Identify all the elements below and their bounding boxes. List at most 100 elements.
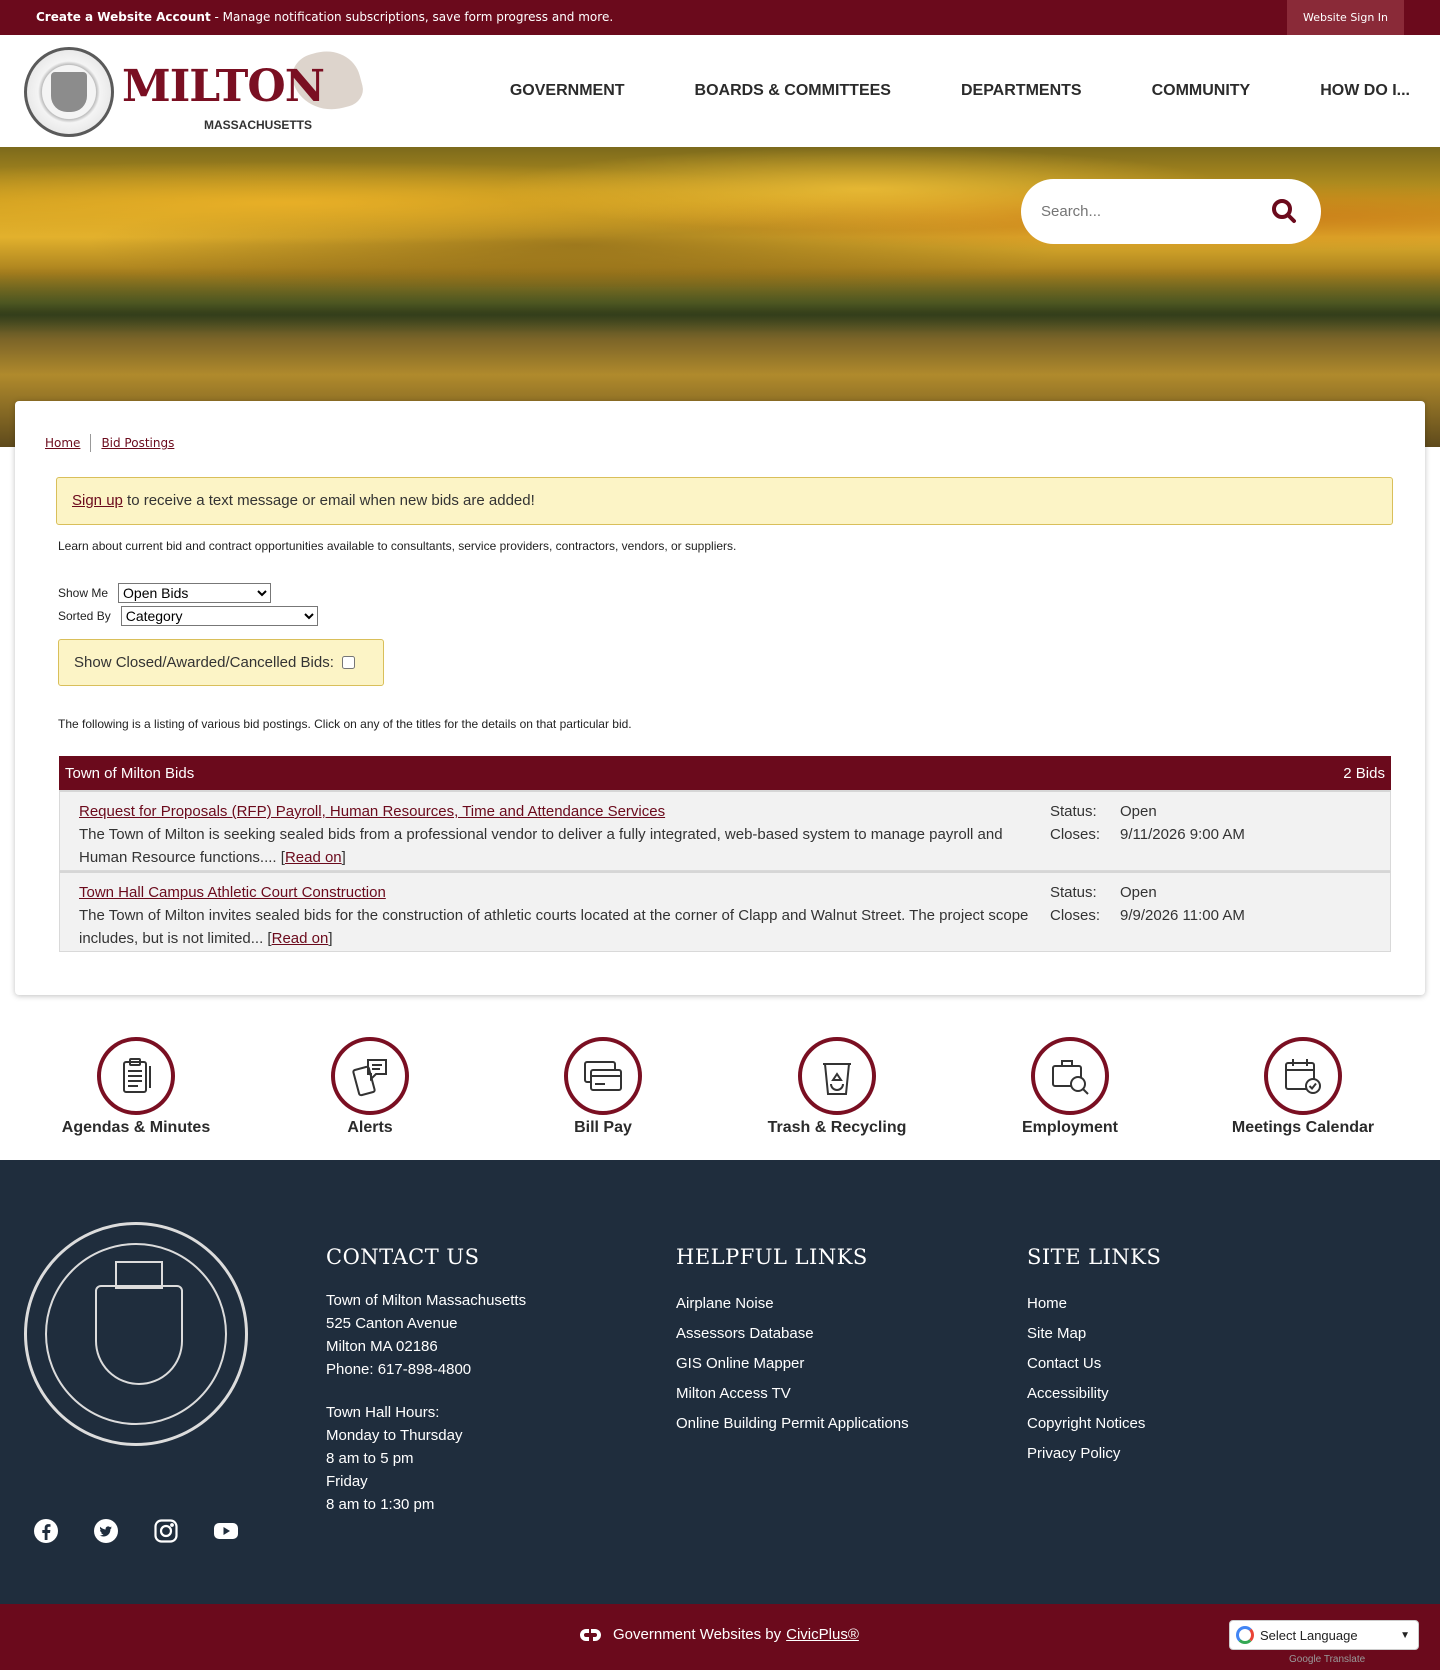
bottom-bar: Government Websites by CivicPlus® Select… <box>0 1604 1440 1670</box>
bid-info: Request for Proposals (RFP) Payroll, Hum… <box>79 803 1003 866</box>
quick-link-alerts[interactable]: Alerts <box>270 1037 470 1137</box>
breadcrumb-home[interactable]: Home <box>45 436 80 450</box>
helpful-link[interactable]: Airplane Noise <box>676 1289 909 1319</box>
helpful-link[interactable]: GIS Online Mapper <box>676 1349 909 1379</box>
breadcrumb-bid-postings[interactable]: Bid Postings <box>101 436 174 450</box>
site-logo[interactable]: MILTON MASSACHUSETTS <box>24 43 367 137</box>
website-sign-in-button[interactable]: Website Sign In <box>1287 0 1404 35</box>
site-link[interactable]: Accessibility <box>1027 1379 1161 1409</box>
bid-info: Town Hall Campus Athletic Court Construc… <box>79 884 1029 947</box>
nav-boards-committees[interactable]: BOARDS & COMMITTEES <box>695 82 891 100</box>
quick-link-agendas[interactable]: Agendas & Minutes <box>36 1037 236 1137</box>
hours-line: Town Hall Hours: <box>326 1404 440 1421</box>
helpful-links-heading: HELPFUL LINKS <box>676 1245 868 1269</box>
read-on-link[interactable]: Read on <box>285 849 342 866</box>
quick-link-circle <box>1264 1037 1342 1115</box>
show-closed-box: Show Closed/Awarded/Cancelled Bids: <box>58 639 384 686</box>
bids-category-title: Town of Milton Bids <box>65 764 195 782</box>
create-account-link[interactable]: Create a Website Account - Manage notifi… <box>36 10 613 24</box>
site-link[interactable]: Home <box>1027 1289 1161 1319</box>
social-links <box>33 1518 273 1544</box>
site-links-column: SITE LINKS Home Site Map Contact Us Acce… <box>1027 1245 1161 1469</box>
quick-link-circle <box>798 1037 876 1115</box>
contact-us-column: CONTACT US Town of Milton Massachusetts … <box>326 1245 526 1516</box>
bids-header: Town of Milton Bids 2 Bids <box>59 756 1391 790</box>
sorted-by-row: Sorted By Category <box>58 606 318 626</box>
sign-up-link[interactable]: Sign up <box>72 492 123 509</box>
quick-link-label: Agendas & Minutes <box>61 1119 211 1136</box>
helpful-link[interactable]: Assessors Database <box>676 1319 909 1349</box>
search-box <box>1021 179 1321 244</box>
show-closed-checkbox[interactable] <box>341 656 355 669</box>
contact-line: Milton MA 02186 <box>326 1338 438 1355</box>
bid-item: Request for Proposals (RFP) Payroll, Hum… <box>59 790 1391 871</box>
show-closed-label: Show Closed/Awarded/Cancelled Bids: <box>74 654 334 671</box>
civicplus-logo-icon <box>580 1628 601 1641</box>
twitter-icon[interactable] <box>93 1518 119 1544</box>
site-link[interactable]: Privacy Policy <box>1027 1439 1161 1469</box>
bid-title-link[interactable]: Town Hall Campus Athletic Court Construc… <box>79 884 386 901</box>
main-nav: GOVERNMENT BOARDS & COMMITTEES DEPARTMEN… <box>440 35 1410 147</box>
quick-link-trash-recycling[interactable]: Trash & Recycling <box>737 1037 937 1137</box>
contact-line: Phone: 617-898-4800 <box>326 1361 472 1378</box>
sorted-by-label: Sorted By <box>58 609 111 623</box>
status-value: Open <box>1120 884 1157 901</box>
status-label: Status: <box>1050 884 1097 901</box>
seal-shield <box>95 1285 183 1385</box>
nav-how-do-i[interactable]: HOW DO I... <box>1320 82 1410 100</box>
status-label: Status: <box>1050 803 1097 820</box>
site-link[interactable]: Copyright Notices <box>1027 1409 1161 1439</box>
recycling-bin-icon <box>823 1063 851 1095</box>
site-link[interactable]: Site Map <box>1027 1319 1161 1349</box>
bid-description: The Town of Milton is seeking sealed bid… <box>79 826 1003 866</box>
briefcase-search-icon <box>1052 1060 1089 1095</box>
quick-link-employment[interactable]: Employment <box>970 1037 1170 1137</box>
site-footer: CONTACT US Town of Milton Massachusetts … <box>0 1160 1440 1604</box>
instagram-icon[interactable] <box>153 1518 179 1544</box>
quick-link-label: Meetings Calendar <box>1231 1119 1375 1136</box>
breadcrumb-separator <box>90 434 92 452</box>
bids-count: 2 Bids <box>1343 764 1385 782</box>
search-icon[interactable] <box>1271 198 1297 224</box>
chevron-down-icon: ▼ <box>1400 1630 1410 1641</box>
quick-link-bill-pay[interactable]: Bill Pay <box>503 1037 703 1137</box>
bid-meta: Status: Open Closes: 9/9/2026 11:00 AM <box>1050 881 1245 927</box>
closes-value: 9/11/2026 9:00 AM <box>1120 826 1245 843</box>
signup-notice: Sign up to receive a text message or ema… <box>56 477 1393 525</box>
closes-label: Closes: <box>1050 826 1101 843</box>
nav-departments[interactable]: DEPARTMENTS <box>961 82 1082 100</box>
site-links-heading: SITE LINKS <box>1027 1245 1162 1269</box>
language-select-label: Select Language <box>1260 1627 1358 1643</box>
helpful-link[interactable]: Milton Access TV <box>676 1379 909 1409</box>
bid-title-link[interactable]: Request for Proposals (RFP) Payroll, Hum… <box>79 803 665 820</box>
show-me-select[interactable]: Open Bids <box>118 583 272 603</box>
read-on-link[interactable]: Read on <box>272 930 329 947</box>
facebook-icon[interactable] <box>33 1518 59 1544</box>
nav-community[interactable]: COMMUNITY <box>1152 82 1251 100</box>
quick-link-circle <box>1031 1037 1109 1115</box>
helpful-link[interactable]: Online Building Permit Applications <box>676 1409 909 1439</box>
bid-meta: Status: Open Closes: 9/11/2026 9:00 AM <box>1050 800 1245 846</box>
logo-subtitle: MASSACHUSETTS <box>204 118 313 132</box>
content-card: Home Bid Postings Sign up to receive a t… <box>15 401 1425 995</box>
quick-link-label: Alerts <box>347 1119 393 1136</box>
phone-alert-icon <box>352 1059 387 1097</box>
search-input[interactable] <box>1041 197 1261 225</box>
signup-text: to receive a text message or email when … <box>122 492 535 509</box>
logo-name: MILTON <box>122 61 325 112</box>
credit-text: Government Websites by <box>613 1626 782 1643</box>
listing-intro-text: The following is a listing of various bi… <box>58 717 632 731</box>
site-link[interactable]: Contact Us <box>1027 1349 1161 1379</box>
language-select[interactable]: Select Language ▼ <box>1229 1620 1419 1650</box>
nav-government[interactable]: GOVERNMENT <box>510 82 625 100</box>
show-me-label: Show Me <box>58 586 109 600</box>
sorted-by-select[interactable]: Category <box>120 606 318 626</box>
quick-link-meetings-calendar[interactable]: Meetings Calendar <box>1203 1037 1403 1137</box>
calendar-check-icon <box>1285 1059 1321 1094</box>
google-translate-credit: Google Translate <box>1289 1654 1366 1665</box>
civicplus-link[interactable]: CivicPlus® <box>786 1626 859 1643</box>
helpful-links-column: HELPFUL LINKS Airplane Noise Assessors D… <box>676 1245 909 1439</box>
hours-line: 8 am to 1:30 pm <box>326 1496 435 1513</box>
youtube-icon[interactable] <box>213 1518 239 1544</box>
